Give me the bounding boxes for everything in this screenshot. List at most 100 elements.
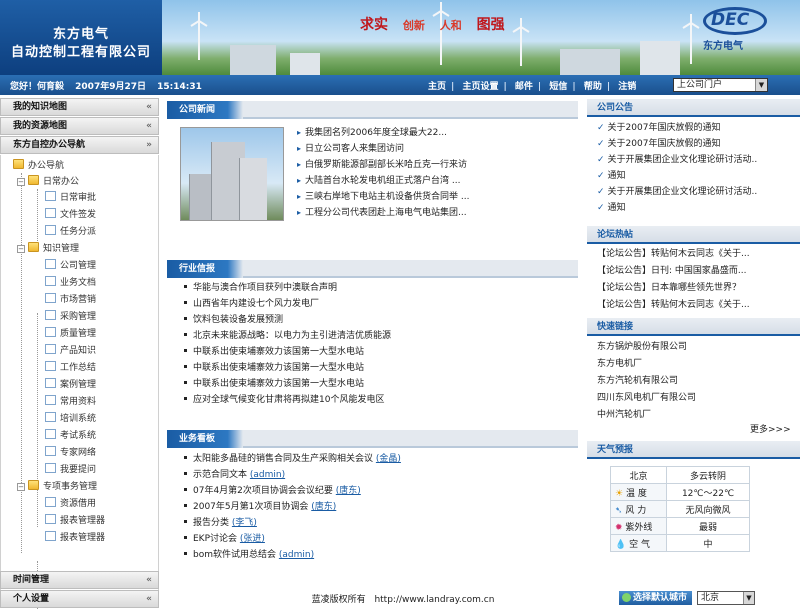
nav-link-mail[interactable]: 邮件 bbox=[515, 82, 533, 92]
list-item[interactable]: 北京未来能源战略：以电力为主引进清洁优质能源 bbox=[184, 329, 391, 344]
list-item-link[interactable]: 中联系出使束埔寨效力该国第一大型水电站 bbox=[193, 363, 364, 373]
list-item-link[interactable]: 中联系出使束埔寨效力该国第一大型水电站 bbox=[193, 347, 364, 357]
author-link[interactable]: (李飞) bbox=[232, 518, 257, 528]
collapse-icon[interactable]: « bbox=[146, 572, 152, 588]
news-item[interactable]: ▸ 我集团名列2006年度全球最大22... bbox=[297, 125, 447, 140]
list-item[interactable]: 东方锅炉股份有限公司 bbox=[597, 340, 687, 355]
list-item-link[interactable]: 东方电机厂 bbox=[597, 359, 642, 369]
tree-item[interactable]: 常用资料 bbox=[45, 394, 96, 410]
news-item-link[interactable]: 白俄罗斯能源部副部长米哈丘克一行来访 bbox=[305, 160, 467, 170]
tree-item[interactable]: 案例管理 bbox=[45, 377, 96, 393]
list-item-link[interactable]: 饮料包装设备发展预测 bbox=[193, 315, 283, 325]
list-item[interactable]: ✓ 关于开展集团企业文化理论研讨活动.. bbox=[597, 153, 757, 168]
list-item-link[interactable]: 北京未来能源战略：以电力为主引进清洁优质能源 bbox=[193, 331, 391, 341]
list-item-link[interactable]: EKP讨论会 bbox=[193, 534, 237, 544]
collapse-toggle-icon[interactable]: − bbox=[17, 178, 25, 186]
list-item[interactable]: 太阳能多晶硅的销售合同及生产采购相关会议 (金晶) bbox=[184, 452, 401, 467]
list-item-link[interactable]: 通知 bbox=[608, 203, 626, 213]
list-item-link[interactable]: 【论坛公告】转贴何木云同志《关于... bbox=[597, 249, 750, 259]
list-item-link[interactable]: 【论坛公告】日刊: 中国国家晶盛而... bbox=[597, 266, 746, 276]
tree-item[interactable]: 日常审批 bbox=[45, 190, 96, 206]
tree-item[interactable]: 考试系统 bbox=[45, 428, 96, 444]
list-item-link[interactable]: 关于2007年国庆放假的通知 bbox=[608, 123, 721, 133]
tree-group-knowledge[interactable]: − 知识管理 bbox=[17, 241, 79, 257]
tree-item[interactable]: 资源借用 bbox=[45, 496, 96, 512]
collapse-icon[interactable]: « bbox=[146, 99, 152, 115]
news-item-link[interactable]: 大陆首台水轮发电机组正式落户台湾 ... bbox=[305, 176, 460, 186]
list-item[interactable]: 中州汽轮机厂 bbox=[597, 408, 651, 423]
list-item[interactable]: 07年4月第2次项目协调会会议纪要 (唐东) bbox=[184, 484, 361, 499]
list-item-link[interactable]: 华能与澳合作项目获列中澳联合声明 bbox=[193, 283, 337, 293]
list-item[interactable]: EKP讨论会 (张进) bbox=[184, 532, 265, 547]
list-item-link[interactable]: 关于开展集团企业文化理论研讨活动.. bbox=[608, 187, 758, 197]
list-item[interactable]: 山西省年内建设七个风力发电厂 bbox=[184, 297, 319, 312]
tree-item[interactable]: 文件签发 bbox=[45, 207, 96, 223]
news-item-link[interactable]: 我集团名列2006年度全球最大22... bbox=[305, 128, 447, 138]
news-item-link[interactable]: 日立公司客人来集团访问 bbox=[305, 144, 404, 154]
tree-item[interactable]: 培训系统 bbox=[45, 411, 96, 427]
news-item[interactable]: ▸ 大陆首台水轮发电机组正式落户台湾 ... bbox=[297, 173, 460, 188]
list-item-link[interactable]: 通知 bbox=[608, 171, 626, 181]
list-item-link[interactable]: 山西省年内建设七个风力发电厂 bbox=[193, 299, 319, 309]
list-item[interactable]: ✓ 关于开展集团企业文化理论研讨活动.. bbox=[597, 185, 757, 200]
sidebar-header-office-nav[interactable]: 东方自控办公导航 » bbox=[0, 136, 159, 154]
list-item[interactable]: bom软件试用总结会 (admin) bbox=[184, 548, 314, 563]
list-item-link[interactable]: 【论坛公告】转贴何木云同志《关于... bbox=[597, 300, 750, 310]
author-link[interactable]: (admin) bbox=[279, 550, 314, 560]
list-item[interactable]: ✓ 通知 bbox=[597, 201, 626, 216]
author-link[interactable]: (唐东) bbox=[311, 502, 336, 512]
list-item[interactable]: ✓ 关于2007年国庆放假的通知 bbox=[597, 137, 720, 152]
news-item[interactable]: ▸ 工程分公司代表团赴上海电气电站集团... bbox=[297, 205, 467, 220]
list-item-link[interactable]: 中联系出使束埔寨效力该国第一大型水电站 bbox=[193, 379, 364, 389]
sidebar-header-knowledge-map[interactable]: 我的知识地图 « bbox=[0, 98, 159, 116]
author-link[interactable]: (唐东) bbox=[336, 486, 361, 496]
list-item-link[interactable]: 关于2007年国庆放假的通知 bbox=[608, 139, 721, 149]
tree-group-special-affairs[interactable]: − 专项事务管理 bbox=[17, 479, 97, 495]
collapse-icon[interactable]: « bbox=[146, 118, 152, 134]
list-item-link[interactable]: 中州汽轮机厂 bbox=[597, 410, 651, 420]
list-item[interactable]: 应对全球气候变化甘肃将再拟建10个风能发电区 bbox=[184, 393, 384, 408]
list-item[interactable]: 四川东风电机厂有限公司 bbox=[597, 391, 696, 406]
tree-item[interactable]: 业务文档 bbox=[45, 275, 96, 291]
news-item-link[interactable]: 三峡右岸地下电站主机设备供货合同举 ... bbox=[305, 192, 469, 202]
tree-item[interactable]: 公司管理 bbox=[45, 258, 96, 274]
nav-link-home-settings[interactable]: 主页设置 bbox=[462, 82, 498, 92]
tree-item[interactable]: 工作总结 bbox=[45, 360, 96, 376]
tree-item[interactable]: 专家网络 bbox=[45, 445, 96, 461]
list-item[interactable]: 示范合同文本 (admin) bbox=[184, 468, 285, 483]
list-item-link[interactable]: 东方汽轮机有限公司 bbox=[597, 376, 678, 386]
portal-select[interactable]: 上公司门户 ▼ bbox=[673, 78, 768, 92]
tree-group-daily-office[interactable]: − 日常办公 bbox=[17, 174, 79, 190]
list-item[interactable]: ✓ 通知 bbox=[597, 169, 626, 184]
list-item[interactable]: 东方电机厂 bbox=[597, 357, 642, 372]
expand-icon[interactable]: » bbox=[146, 137, 152, 153]
tree-root[interactable]: 办公导航 bbox=[13, 158, 64, 174]
list-item[interactable]: 2007年5月第1次项目协调会 (唐东) bbox=[184, 500, 336, 515]
list-item-link[interactable]: 示范合同文本 bbox=[193, 470, 247, 480]
list-item-link[interactable]: 报告分类 bbox=[193, 518, 229, 528]
news-item-link[interactable]: 工程分公司代表团赴上海电气电站集团... bbox=[305, 208, 467, 218]
tree-item[interactable]: 市场营销 bbox=[45, 292, 96, 308]
list-item-link[interactable]: 07年4月第2次项目协调会会议纪要 bbox=[193, 486, 333, 496]
author-link[interactable]: (金晶) bbox=[376, 454, 401, 464]
tree-item[interactable]: 任务分派 bbox=[45, 224, 96, 240]
list-item[interactable]: 【论坛公告】转贴何木云同志《关于... bbox=[597, 298, 750, 313]
author-link[interactable]: (张进) bbox=[240, 534, 265, 544]
chevron-down-icon[interactable]: ▼ bbox=[755, 79, 767, 91]
list-item[interactable]: 【论坛公告】转贴何木云同志《关于... bbox=[597, 247, 750, 262]
tree-item[interactable]: 产品知识 bbox=[45, 343, 96, 359]
sidebar-header-resource-map[interactable]: 我的资源地图 « bbox=[0, 117, 159, 135]
list-item-link[interactable]: 【论坛公告】日本靠哪些领先世界？ bbox=[597, 283, 741, 293]
news-item[interactable]: ▸ 日立公司客人来集团访问 bbox=[297, 141, 404, 156]
nav-link-help[interactable]: 帮助 bbox=[584, 82, 602, 92]
list-item-link[interactable]: 太阳能多晶硅的销售合同及生产采购相关会议 bbox=[193, 454, 373, 464]
list-item-link[interactable]: 应对全球气候变化甘肃将再拟建10个风能发电区 bbox=[193, 395, 384, 405]
list-item[interactable]: 饮料包装设备发展预测 bbox=[184, 313, 283, 328]
list-item[interactable]: 东方汽轮机有限公司 bbox=[597, 374, 678, 389]
list-item[interactable]: 中联系出使束埔寨效力该国第一大型水电站 bbox=[184, 377, 364, 392]
list-item-link[interactable]: 关于开展集团企业文化理论研讨活动.. bbox=[608, 155, 758, 165]
vendor-link[interactable]: http://www.landray.com.cn bbox=[374, 595, 494, 605]
author-link[interactable]: (admin) bbox=[250, 470, 285, 480]
news-item[interactable]: ▸ 三峡右岸地下电站主机设备供货合同举 ... bbox=[297, 189, 469, 204]
list-item[interactable]: 中联系出使束埔寨效力该国第一大型水电站 bbox=[184, 361, 364, 376]
